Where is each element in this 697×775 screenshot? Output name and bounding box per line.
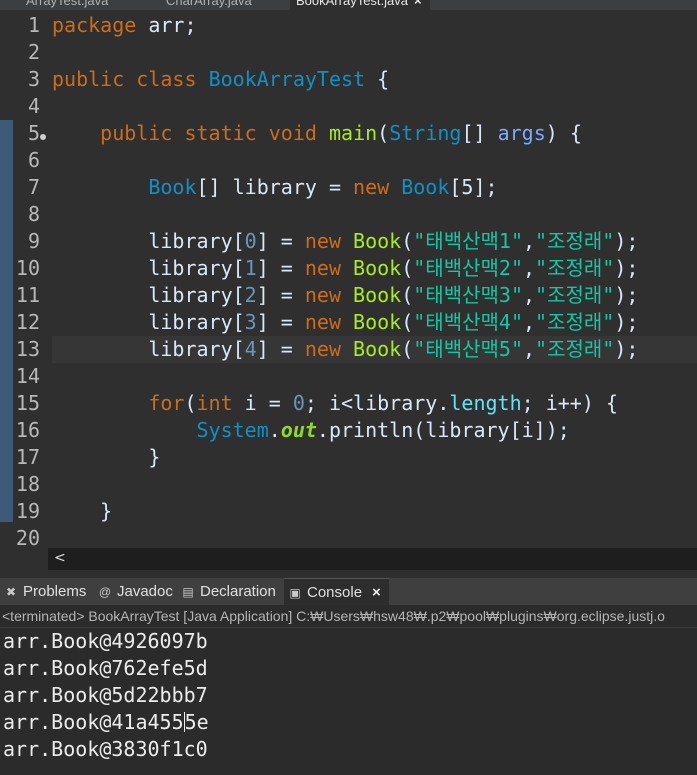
line-number: 4 <box>27 94 40 118</box>
line-number: 2 <box>27 40 40 64</box>
console-line: arr.Book@4926097b <box>3 629 208 653</box>
tab-label: Console <box>307 584 363 601</box>
code-line: library[2] = new Book("태백산맥3","조정래"); <box>148 283 639 307</box>
tab-label: CharArray.java <box>166 0 252 8</box>
scroll-left-icon[interactable]: < <box>54 550 66 566</box>
current-code-line: library[4] = new Book("태백산맥5","조정래"); <box>52 336 697 363</box>
tab-problems[interactable]: ✖ Problems <box>4 578 86 605</box>
line-number: 11 <box>15 283 40 307</box>
editor-tab-chararray[interactable]: CharArray.java <box>166 0 252 10</box>
line-number-gutter: 1 2 3 4 5 6 7 8 9 10 11 12 13 14 15 16 1… <box>0 10 46 548</box>
tab-label: Declaration <box>200 583 276 600</box>
tab-label: BookArrayTest.java <box>296 0 408 8</box>
tab-console[interactable]: ▣ Console × <box>284 578 389 606</box>
javadoc-icon: @ <box>98 585 112 599</box>
console-output[interactable]: arr.Book@4926097b arr.Book@762efe5d arr.… <box>0 628 697 775</box>
console-line: arr.Book@762efe5d <box>3 656 208 680</box>
code-line: Book[] library = new Book[5]; <box>148 175 498 199</box>
console-line: arr.Book@5d22bbb7 <box>3 683 208 707</box>
code-line: } <box>148 445 161 469</box>
line-number: 18 <box>15 472 40 496</box>
code-line: library[0] = new Book("태백산맥1","조정래"); <box>148 229 639 253</box>
line-number: 6 <box>27 148 40 172</box>
code-line: System.out.println(library[i]); <box>196 418 570 442</box>
fold-marker-icon[interactable] <box>40 134 46 140</box>
line-number: 10 <box>15 256 40 280</box>
code-line: } <box>100 499 113 523</box>
selection-ruler <box>0 120 13 522</box>
code-line: public static void main(String[] args) { <box>100 121 582 145</box>
line-number: 9 <box>27 229 40 253</box>
code-line: public class BookArrayTest { <box>52 67 390 91</box>
line-number: 19 <box>15 499 40 523</box>
line-number: 5 <box>27 121 40 145</box>
code-line: package arr; <box>52 13 197 37</box>
console-line: arr.Book@3830f1c0 <box>3 737 208 761</box>
views-tab-bar: ✖ Problems @ Javadoc ▤ Declaration ▣ Console… <box>0 578 697 606</box>
line-number: 3 <box>27 67 40 91</box>
declaration-icon: ▤ <box>182 585 194 599</box>
line-number: 15 <box>15 391 40 415</box>
console-status-line: <terminated> BookArrayTest [Java Applica… <box>0 605 697 628</box>
line-number: 8 <box>27 202 40 226</box>
console-line: arr.Book@41a4555e <box>3 710 209 734</box>
line-number: 20 <box>15 526 40 548</box>
code-editor[interactable]: 1 2 3 4 5 6 7 8 9 10 11 12 13 14 15 16 1… <box>0 10 697 548</box>
code-line: library[3] = new Book("태백산맥4","조정래"); <box>148 310 639 334</box>
problems-icon: ✖ <box>5 585 17 599</box>
line-number: 1 <box>27 13 40 37</box>
line-number: 14 <box>15 364 40 388</box>
editor-tab-strip: ArrayTest.java CharArray.java BookArrayT… <box>0 0 697 10</box>
editor-horizontal-scrollbar[interactable]: < <box>48 548 697 570</box>
editor-tab-arraytest[interactable]: ArrayTest.java <box>26 0 108 10</box>
line-number: 13 <box>15 337 40 361</box>
tab-label: Problems <box>23 583 87 600</box>
close-icon[interactable]: × <box>372 584 381 601</box>
console-icon: ▣ <box>289 586 301 600</box>
code-line: for(int i = 0; i<library.length; i++) { <box>148 391 618 415</box>
editor-tab-bookarraytest[interactable]: BookArrayTest.java × <box>290 0 430 10</box>
line-number: 16 <box>15 418 40 442</box>
line-number: 7 <box>27 175 40 199</box>
tab-javadoc[interactable]: @ Javadoc <box>98 578 173 605</box>
tab-label: ArrayTest.java <box>26 0 109 8</box>
tab-label: Javadoc <box>117 583 173 600</box>
line-number: 12 <box>15 310 40 334</box>
close-icon[interactable]: × <box>414 0 422 8</box>
line-number: 17 <box>15 445 40 469</box>
tab-declaration[interactable]: ▤ Declaration <box>181 578 276 605</box>
code-line: library[1] = new Book("태백산맥2","조정래"); <box>148 256 639 280</box>
